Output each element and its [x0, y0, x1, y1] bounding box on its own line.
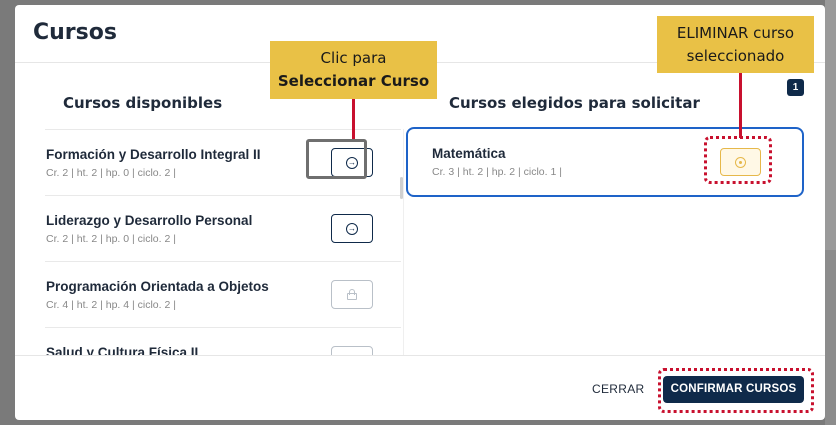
locked-course-button[interactable] — [331, 280, 373, 309]
select-callout: Clic para Seleccionar Curso — [270, 41, 437, 99]
select-callout-connector — [352, 99, 355, 139]
course-name: Formación y Desarrollo Integral II — [46, 147, 261, 162]
remove-callout-connector — [739, 73, 742, 138]
selected-course-card: Matemática Cr. 3 | ht. 2 | hp. 2 | ciclo… — [406, 127, 804, 197]
course-name: Liderazgo y Desarrollo Personal — [46, 213, 253, 228]
modal-footer: CERRAR CONFIRMAR CURSOS — [15, 355, 825, 420]
available-courses-title: Cursos disponibles — [63, 94, 223, 112]
course-row: Liderazgo y Desarrollo Personal Cr. 2 | … — [45, 195, 401, 261]
course-row: Salud y Cultura Física II — [45, 327, 401, 355]
selected-courses-title: Cursos elegidos para solicitar — [449, 94, 700, 112]
course-name: Salud y Cultura Física II — [46, 345, 199, 355]
course-row: Programación Orientada a Objetos Cr. 4 |… — [45, 261, 401, 327]
course-meta: Cr. 2 | ht. 2 | hp. 0 | ciclo. 2 | — [46, 167, 176, 179]
select-callout-line2: Seleccionar Curso — [277, 72, 430, 90]
lock-icon — [347, 289, 357, 300]
modal-title: Cursos — [33, 20, 117, 45]
course-meta: Cr. 4 | ht. 2 | hp. 4 | ciclo. 2 | — [46, 299, 176, 311]
column-divider — [403, 129, 404, 355]
select-course-button[interactable]: → — [331, 214, 373, 243]
remove-callout-line1: ELIMINAR curso — [676, 24, 795, 42]
close-button[interactable]: CERRAR — [592, 382, 644, 396]
selected-count-badge: 1 — [787, 79, 804, 96]
backdrop-strip — [825, 0, 836, 250]
locked-course-button[interactable] — [331, 346, 373, 355]
course-name: Programación Orientada a Objetos — [46, 279, 269, 294]
remove-highlight-annotation — [704, 136, 772, 184]
backdrop — [825, 0, 836, 425]
remove-callout: ELIMINAR curso seleccionado — [657, 16, 814, 73]
select-callout-line1: Clic para — [320, 49, 387, 67]
remove-callout-line2: seleccionado — [686, 47, 785, 65]
course-meta: Cr. 2 | ht. 2 | hp. 0 | ciclo. 2 | — [46, 233, 176, 245]
select-highlight-annotation — [306, 139, 367, 179]
selected-course-name: Matemática — [432, 146, 506, 161]
arrow-right-circle-icon: → — [346, 222, 358, 235]
selected-course-meta: Cr. 3 | ht. 2 | hp. 2 | ciclo. 1 | — [432, 166, 562, 178]
confirm-highlight-annotation — [658, 368, 814, 413]
